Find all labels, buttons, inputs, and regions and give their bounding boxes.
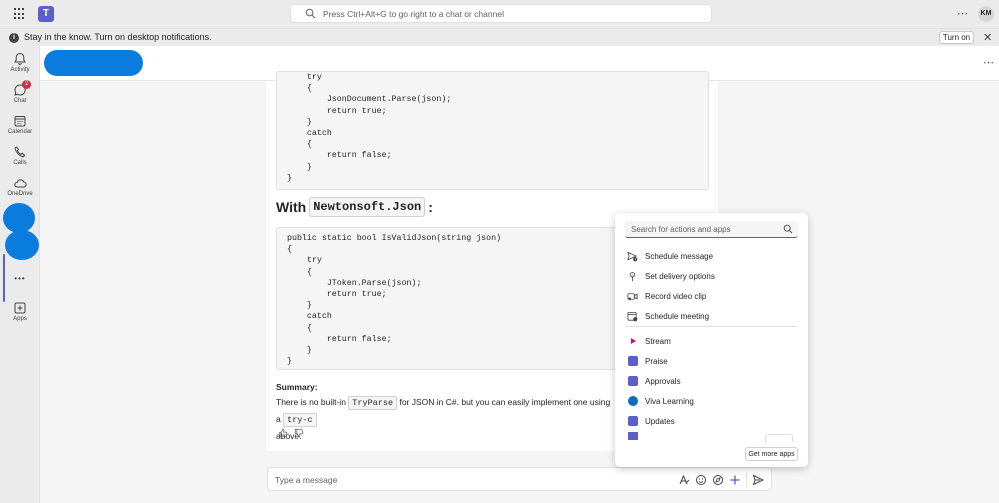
summary-text: There is no built-in TryParse for JSON i… [276,396,611,441]
app-launcher-icon[interactable] [14,8,26,20]
app-label: Updates [645,416,675,426]
emoji-icon[interactable] [695,474,707,486]
app-viva-learning[interactable]: Viva Learning [627,394,694,408]
rail-item-calendar[interactable]: Calendar [0,114,40,135]
viva-learning-icon [627,396,638,407]
stream-icon [627,336,638,347]
search-icon [305,8,316,19]
format-icon[interactable] [678,474,690,486]
phone-icon [14,146,26,158]
calendar-meeting-icon [627,311,638,322]
app-icon [627,432,638,440]
rail-item-onedrive[interactable]: OneDrive [0,176,40,197]
search-icon [783,224,793,234]
actions-search[interactable] [625,221,798,238]
rail-label: Calendar [7,129,33,135]
rail-item-calls[interactable]: Calls [0,145,40,166]
heading-colon: : [428,199,433,215]
teams-logo-icon: T [38,6,54,22]
settings-more-icon[interactable]: ⋯ [957,7,969,20]
thumbs-up-icon[interactable] [278,428,288,438]
rail-label: Calls [13,160,27,166]
redacted-app-icon[interactable] [5,230,39,260]
app-praise[interactable]: Praise [627,354,668,368]
approvals-icon [627,376,638,387]
turn-on-notifications-button[interactable]: Turn on [939,31,974,44]
message-input[interactable] [275,473,655,486]
add-actions-icon[interactable] [729,474,741,486]
user-avatar[interactable]: KM [978,6,994,22]
inline-code-try-catch: try-c [283,413,317,427]
notification-text: Stay in the know. Turn on desktop notifi… [24,32,212,42]
action-schedule-meeting[interactable]: Schedule meeting [627,309,709,323]
app-stream[interactable]: Stream [627,334,671,348]
toolbar-divider [746,473,747,487]
app-updates[interactable]: Updates [627,414,675,428]
code-block-system-text-json: try { JsonDocument.Parse(json); return t… [276,71,709,190]
loop-component-icon[interactable] [712,474,724,486]
delivery-options-icon: ! [627,271,638,282]
rail-label: Activity [10,67,30,73]
notification-banner: i Stay in the know. Turn on desktop noti… [0,28,999,46]
action-set-delivery-options[interactable]: ! Set delivery options [627,269,715,283]
rail-item-activity[interactable]: Activity [0,52,40,73]
action-label: Record video clip [645,291,707,301]
redacted-app-icon[interactable] [3,203,35,233]
inline-code-tryparse: TryParse [348,396,398,410]
bell-icon [14,52,26,65]
app-label: Stream [645,336,671,346]
actions-apps-popup: Schedule message ! Set delivery options … [615,213,808,467]
global-search-input[interactable] [323,6,703,21]
rail-item-chat[interactable]: 2 Chat [0,80,40,104]
action-record-video-clip[interactable]: Record video clip [627,289,706,303]
app-approvals[interactable]: Approvals [627,374,681,388]
top-bar: T ⋯ KM [0,0,999,28]
compose-box[interactable] [267,467,772,491]
rail-item-apps[interactable]: Apps [0,301,40,322]
heading-inline-code: Newtonsoft.Json [309,197,426,217]
rail-more-apps[interactable]: ••• [0,274,40,283]
action-label: Schedule meeting [645,311,710,321]
rail-label: OneDrive [7,191,33,197]
close-icon[interactable]: ✕ [983,31,992,44]
action-label: Schedule message [645,251,714,261]
svg-text:!: ! [632,272,633,276]
popup-divider [625,326,798,327]
chat-message-area: try { JsonDocument.Parse(json); return t… [40,71,999,503]
compose-toolbar [678,473,764,487]
global-search[interactable] [290,4,712,23]
actions-search-input[interactable] [631,223,771,236]
rail-label: Apps [13,316,27,322]
left-app-rail: Activity 2 Chat Calendar Calls OneDrive … [0,46,40,503]
app-label: Approvals [645,376,681,386]
cloud-icon [14,179,27,188]
updates-icon [627,416,638,427]
get-more-apps-button[interactable]: Get more apps [745,447,798,461]
more-options-icon[interactable]: ⋯ [983,56,995,69]
partial-element [765,434,793,442]
heading-text: With [276,199,307,215]
schedule-send-icon [627,251,638,262]
section-heading: With Newtonsoft.Json : [276,197,433,217]
video-clip-icon [627,291,638,302]
summary-title: Summary: [276,382,318,392]
thumbs-down-icon[interactable] [294,428,304,438]
app-partial-item[interactable] [627,432,645,440]
app-label: Viva Learning [645,396,694,406]
redacted-chat-title [44,50,143,76]
add-apps-icon [14,302,26,314]
send-icon[interactable] [752,474,764,486]
action-schedule-message[interactable]: Schedule message [627,249,713,263]
app-label: Praise [645,356,668,366]
action-label: Set delivery options [645,271,715,281]
message-reactions [278,428,304,438]
calendar-icon [14,116,26,127]
unread-badge: 2 [22,80,31,89]
praise-icon [627,356,638,367]
info-icon: i [9,33,19,43]
rail-label: Chat [13,98,27,104]
